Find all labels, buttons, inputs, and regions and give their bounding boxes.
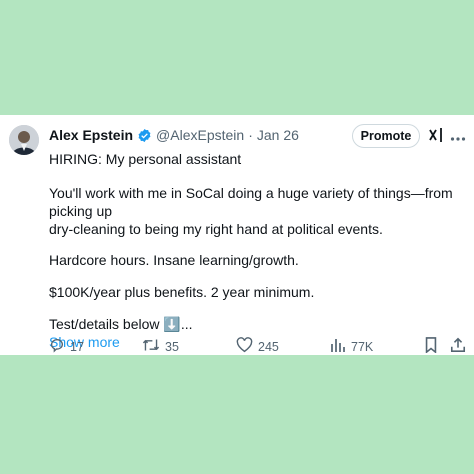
reply-button[interactable]: 17	[49, 337, 84, 356]
views-icon	[330, 337, 346, 356]
tweet-line: Hardcore hours. Insane learning/growth.	[49, 252, 299, 268]
tweet-line: HIRING: My personal assistant	[49, 151, 242, 167]
like-button[interactable]: 245	[236, 337, 279, 356]
header-separator: ·	[248, 127, 253, 143]
views-count: 77K	[351, 339, 374, 354]
views-button[interactable]: 77K	[330, 337, 373, 356]
like-count: 245	[258, 339, 279, 354]
author-handle[interactable]: @AlexEpstein	[156, 127, 244, 143]
tweet-card[interactable]: Alex Epstein @AlexEpstein · Jan 26 Promo…	[0, 115, 474, 355]
bookmark-button[interactable]	[424, 337, 438, 356]
tweet-line: Test/details below ⬇️...	[49, 316, 193, 332]
tweet-line: $100K/year plus benefits. 2 year minimum…	[49, 284, 315, 300]
share-button[interactable]	[450, 337, 466, 356]
reply-icon	[49, 337, 65, 356]
repost-button[interactable]: 35	[142, 337, 179, 356]
grok-icon[interactable]	[428, 127, 444, 148]
tweet-line: dry-cleaning to being my right hand at p…	[49, 221, 383, 237]
reply-count: 17	[70, 339, 84, 354]
heart-icon	[236, 337, 253, 356]
tweet-header: Alex Epstein @AlexEpstein · Jan 26	[49, 126, 299, 144]
bookmark-icon	[424, 337, 438, 356]
author-name[interactable]: Alex Epstein	[49, 127, 133, 143]
repost-count: 35	[165, 339, 179, 354]
repost-icon	[142, 337, 160, 356]
tweet-date[interactable]: Jan 26	[257, 127, 299, 143]
tweet-body: HIRING: My personal assistant You'll wor…	[49, 150, 469, 351]
tweet-actions: 17 35 245 77K	[0, 337, 474, 355]
promote-button[interactable]: Promote	[352, 124, 420, 148]
more-options-icon[interactable]	[450, 129, 466, 147]
avatar[interactable]	[9, 125, 39, 155]
tweet-line: You'll work with me in SoCal doing a hug…	[49, 185, 453, 219]
verified-badge-icon	[137, 128, 152, 143]
share-icon	[450, 337, 466, 356]
